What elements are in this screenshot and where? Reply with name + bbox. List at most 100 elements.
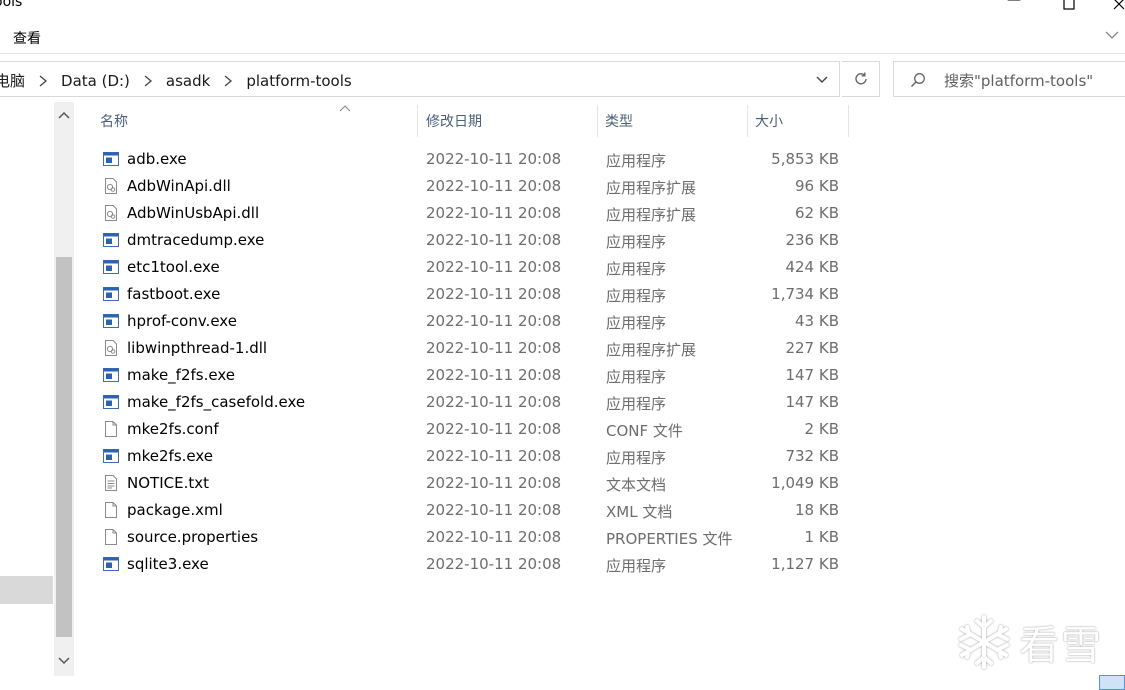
file-list: adb.exe 2022-10-11 20:08 应用程序 5,853 KB AdbWi… xyxy=(90,146,850,578)
file-row[interactable]: AdbWinApi.dll 2022-10-11 20:08 应用程序扩展 96 KB xyxy=(90,173,850,200)
column-type[interactable]: 类型 xyxy=(595,105,747,137)
crumb-asadk[interactable]: asadk xyxy=(162,72,214,90)
application-icon xyxy=(102,258,120,276)
file-modified: 2022-10-11 20:08 xyxy=(426,312,562,330)
file-size: 1 KB xyxy=(804,528,839,546)
application-icon xyxy=(102,285,120,303)
file-modified: 2022-10-11 20:08 xyxy=(426,474,562,492)
file-type: 应用程序 xyxy=(606,233,667,251)
file-size: 1,734 KB xyxy=(771,285,839,303)
navigation-pane[interactable] xyxy=(0,102,54,680)
chevron-right-icon[interactable] xyxy=(140,73,156,89)
file-name: mke2fs.exe xyxy=(127,447,214,465)
maximize-icon xyxy=(1063,0,1075,10)
column-divider[interactable] xyxy=(848,105,849,137)
file-modified: 2022-10-11 20:08 xyxy=(426,447,562,465)
chevron-down-icon[interactable] xyxy=(813,70,831,88)
application-icon xyxy=(102,555,120,573)
file-row[interactable]: package.xml 2022-10-11 20:08 XML 文档 18 KB xyxy=(90,497,850,524)
refresh-icon xyxy=(854,72,867,85)
file-size: 147 KB xyxy=(785,366,839,384)
snowflake-icon xyxy=(959,615,1009,669)
address-bar[interactable]: 电脑 Data (D:) asadk platform-tools xyxy=(0,61,840,97)
minimize-button[interactable]: — xyxy=(991,0,1037,12)
chevron-right-icon[interactable] xyxy=(220,73,236,89)
file-row[interactable]: etc1tool.exe 2022-10-11 20:08 应用程序 424 KB xyxy=(90,254,850,281)
details-view-button[interactable] xyxy=(1099,675,1125,690)
chevron-down-icon[interactable] xyxy=(1103,26,1121,44)
column-size[interactable]: 大小 xyxy=(745,105,848,137)
column-name[interactable]: 名称 xyxy=(90,105,418,137)
file-row[interactable]: dmtracedump.exe 2022-10-11 20:08 应用程序 236 K… xyxy=(90,227,850,254)
file-size: 1,049 KB xyxy=(771,474,839,492)
file-modified: 2022-10-11 20:08 xyxy=(426,555,562,573)
file-row[interactable]: sqlite3.exe 2022-10-11 20:08 应用程序 1,127 KB xyxy=(90,551,850,578)
file-type: 文本文档 xyxy=(606,476,667,494)
column-modified[interactable]: 修改日期 xyxy=(416,105,597,137)
dll-file-icon xyxy=(102,204,120,222)
address-row: 电脑 Data (D:) asadk platform-tools 搜索"pla… xyxy=(0,54,1125,102)
search-placeholder: 搜索"platform-tools" xyxy=(944,72,1094,90)
crumb-data-drive[interactable]: Data (D:) xyxy=(57,72,134,90)
file-modified: 2022-10-11 20:08 xyxy=(426,150,562,168)
scrollbar-thumb[interactable] xyxy=(56,257,72,637)
title-bar: ools — xyxy=(0,0,1125,22)
application-icon xyxy=(102,447,120,465)
column-type-label: 类型 xyxy=(605,114,633,130)
file-name: AdbWinApi.dll xyxy=(127,177,231,195)
watermark-text: 看雪 xyxy=(1019,623,1103,669)
file-modified: 2022-10-11 20:08 xyxy=(426,258,562,276)
tab-view[interactable]: 查看 xyxy=(13,28,41,48)
file-row[interactable]: source.properties 2022-10-11 20:08 PROPERT… xyxy=(90,524,850,551)
file-row[interactable]: fastboot.exe 2022-10-11 20:08 应用程序 1,734 KB xyxy=(90,281,850,308)
file-row[interactable]: AdbWinUsbApi.dll 2022-10-11 20:08 应用程序扩展 62… xyxy=(90,200,850,227)
file-row[interactable]: mke2fs.exe 2022-10-11 20:08 应用程序 732 KB xyxy=(90,443,850,470)
file-name: sqlite3.exe xyxy=(127,555,209,573)
crumb-platform-tools[interactable]: platform-tools xyxy=(242,72,355,90)
file-size: 18 KB xyxy=(795,501,839,519)
file-name: package.xml xyxy=(127,501,223,519)
file-row[interactable]: libwinpthread-1.dll 2022-10-11 20:08 应用程序扩… xyxy=(90,335,850,362)
file-size: 1,127 KB xyxy=(771,555,839,573)
nav-selected-item[interactable] xyxy=(0,576,53,604)
file-type: 应用程序 xyxy=(606,260,667,278)
crumb-this-pc[interactable]: 电脑 xyxy=(0,70,29,91)
minimize-icon: — xyxy=(1007,0,1021,8)
scroll-up-button[interactable] xyxy=(54,104,74,126)
file-size: 62 KB xyxy=(795,204,839,222)
application-icon xyxy=(102,231,120,249)
search-input[interactable]: 搜索"platform-tools" xyxy=(893,61,1125,97)
file-modified: 2022-10-11 20:08 xyxy=(426,204,562,222)
file-modified: 2022-10-11 20:08 xyxy=(426,177,562,195)
file-type: 应用程序 xyxy=(606,449,667,467)
file-type: 应用程序 xyxy=(606,557,667,575)
file-row[interactable]: adb.exe 2022-10-11 20:08 应用程序 5,853 KB xyxy=(90,146,850,173)
ribbon: 查看 xyxy=(0,22,1125,54)
file-name: mke2fs.conf xyxy=(127,420,219,438)
chevron-right-icon[interactable] xyxy=(35,73,51,89)
file-name: AdbWinUsbApi.dll xyxy=(127,204,260,222)
maximize-button[interactable] xyxy=(1046,0,1092,12)
column-header: 名称 修改日期 类型 大小 xyxy=(90,105,850,137)
file-type: XML 文档 xyxy=(606,503,673,521)
nav-scrollbar[interactable] xyxy=(54,102,74,676)
file-row[interactable]: mke2fs.conf 2022-10-11 20:08 CONF 文件 2 KB xyxy=(90,416,850,443)
file-modified: 2022-10-11 20:08 xyxy=(426,231,562,249)
close-button[interactable] xyxy=(1096,0,1125,12)
refresh-button[interactable] xyxy=(842,61,880,97)
file-name: adb.exe xyxy=(127,150,187,168)
file-modified: 2022-10-11 20:08 xyxy=(426,501,562,519)
file-row[interactable]: hprof-conv.exe 2022-10-11 20:08 应用程序 43 KB xyxy=(90,308,850,335)
file-size: 732 KB xyxy=(785,447,839,465)
dll-file-icon xyxy=(102,339,120,357)
file-size: 236 KB xyxy=(785,231,839,249)
file-type: 应用程序 xyxy=(606,368,667,386)
file-name: make_f2fs.exe xyxy=(127,366,235,384)
application-icon xyxy=(102,366,120,384)
scroll-down-button[interactable] xyxy=(54,650,74,672)
file-type: 应用程序扩展 xyxy=(606,179,697,197)
file-row[interactable]: make_f2fs.exe 2022-10-11 20:08 应用程序 147 KB xyxy=(90,362,850,389)
file-row[interactable]: NOTICE.txt 2022-10-11 20:08 文本文档 1,049 KB xyxy=(90,470,850,497)
file-row[interactable]: make_f2fs_casefold.exe 2022-10-11 20:08 应用… xyxy=(90,389,850,416)
window-title: ools xyxy=(0,0,23,10)
